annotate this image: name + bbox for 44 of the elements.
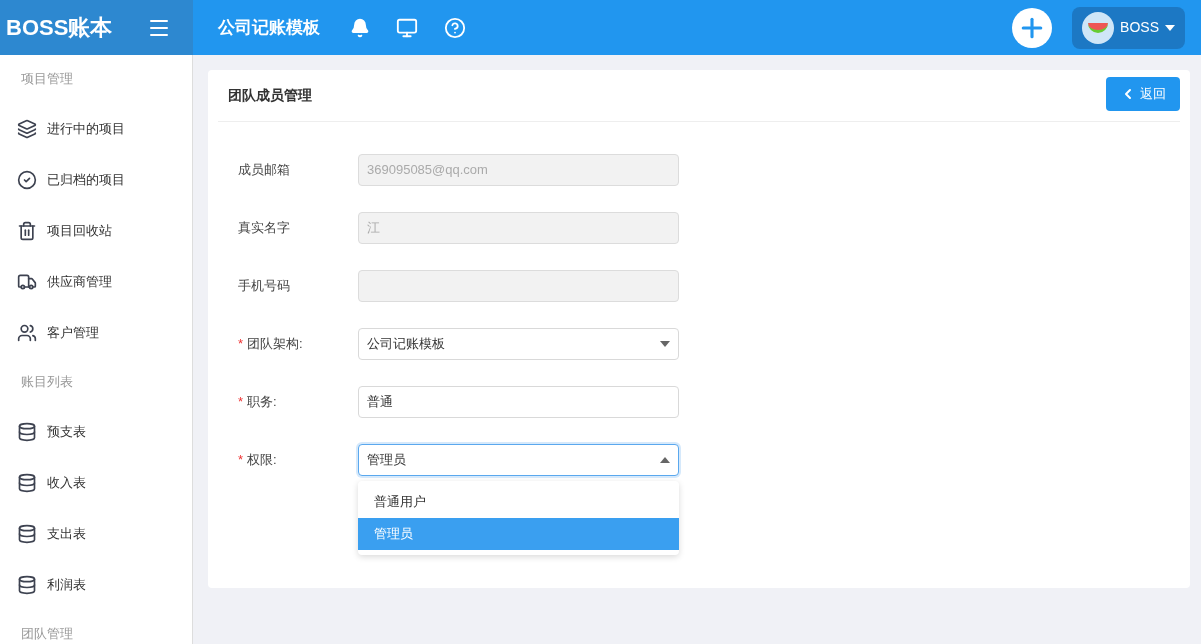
trash-icon bbox=[17, 220, 37, 241]
sidebar-section-title: 团队管理 bbox=[20, 625, 74, 644]
caret-up-icon bbox=[660, 457, 670, 463]
help-icon[interactable] bbox=[444, 16, 466, 39]
project-title: 公司记账模板 bbox=[218, 16, 320, 39]
field-label: 职务: bbox=[247, 393, 277, 412]
user-menu-button[interactable]: BOSS bbox=[1072, 6, 1185, 49]
sidebar-item[interactable]: 供应商管理 bbox=[0, 256, 192, 307]
bell-icon[interactable] bbox=[350, 17, 370, 38]
dropdown-option[interactable]: 普通用户 bbox=[358, 486, 679, 518]
sidebar-item[interactable]: 支出表 bbox=[0, 508, 192, 559]
sidebar-item[interactable]: 预支表 bbox=[0, 406, 192, 457]
field-label: 成员邮箱 bbox=[238, 161, 290, 180]
sidebar-item[interactable]: 已归档的项目 bbox=[0, 154, 192, 205]
caret-down-icon bbox=[660, 341, 670, 347]
sidebar-item[interactable]: 项目回收站 bbox=[0, 205, 192, 256]
sidebar-item[interactable]: 利润表 bbox=[0, 559, 192, 610]
field-label: 团队架构: bbox=[247, 335, 303, 354]
field-label: 权限: bbox=[247, 451, 277, 470]
database-icon bbox=[17, 421, 37, 442]
sidebar-item[interactable]: 客户管理 bbox=[0, 307, 192, 358]
layers-icon bbox=[17, 118, 37, 139]
logo-text: BOSS账本 bbox=[6, 14, 113, 42]
select-field[interactable]: 管理员 bbox=[358, 444, 679, 476]
card-title: 团队成员管理 bbox=[227, 86, 312, 105]
required-mark: * bbox=[238, 393, 244, 412]
sidebar-section-title: 项目管理 bbox=[20, 70, 74, 89]
users-icon bbox=[17, 322, 37, 343]
database-icon bbox=[17, 523, 37, 544]
required-mark: * bbox=[238, 451, 244, 470]
database-icon bbox=[17, 472, 37, 493]
add-button[interactable] bbox=[1012, 7, 1053, 48]
field-label: 手机号码 bbox=[238, 277, 290, 296]
avatar-icon bbox=[1082, 11, 1115, 44]
sidebar-item[interactable]: 收入表 bbox=[0, 457, 192, 508]
sidebar-item[interactable]: 进行中的项目 bbox=[0, 103, 192, 154]
monitor-icon[interactable] bbox=[396, 16, 418, 39]
sidebar-section-title: 账目列表 bbox=[20, 373, 74, 392]
field-label: 真实名字 bbox=[238, 219, 290, 238]
database-icon bbox=[17, 574, 37, 595]
text-field[interactable]: 普通 bbox=[358, 386, 679, 418]
required-mark: * bbox=[238, 335, 244, 354]
check-circle-icon bbox=[17, 169, 37, 190]
select-field[interactable]: 公司记账模板 bbox=[358, 328, 679, 360]
